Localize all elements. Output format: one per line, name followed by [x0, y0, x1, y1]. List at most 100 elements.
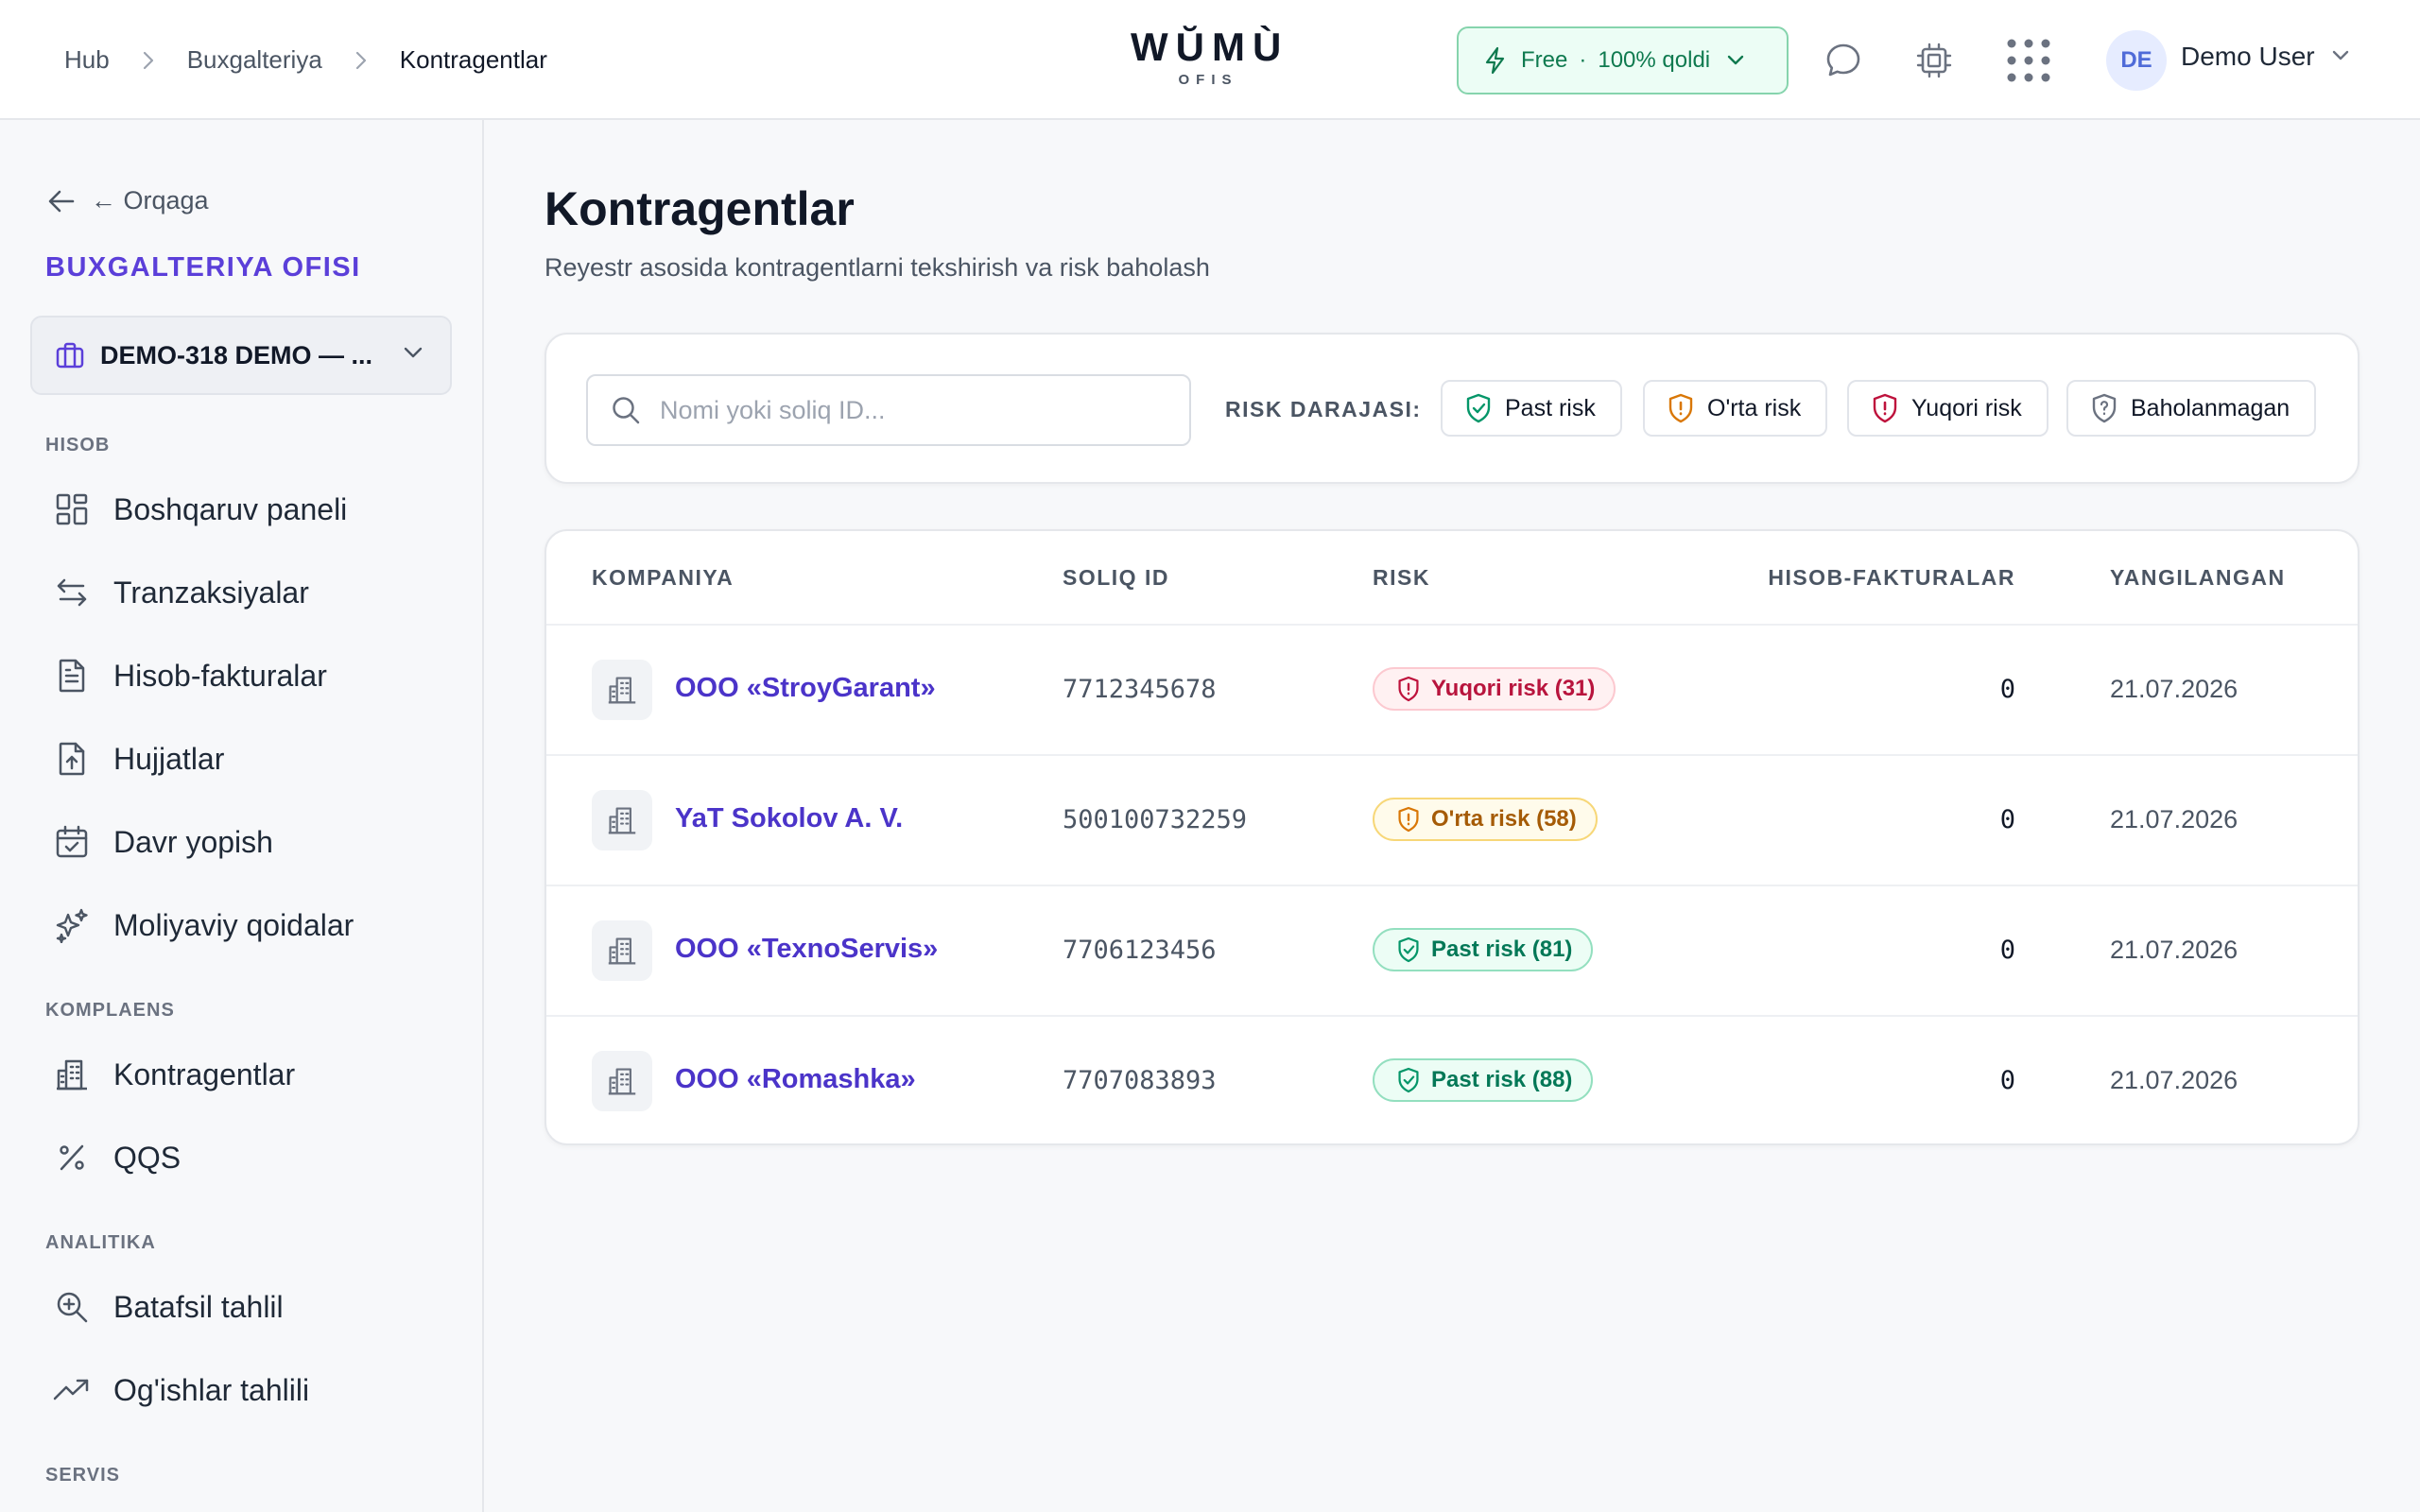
back-link[interactable]: ← Orqaga: [47, 186, 209, 215]
chip-label: Past risk: [1505, 394, 1596, 421]
sidebar-item-detailed-analysis[interactable]: Batafsil tahlil: [53, 1279, 284, 1335]
section-label-komplaens: KOMPLAENS: [45, 1000, 175, 1021]
building-icon: [592, 1051, 652, 1111]
company-name-link[interactable]: ООО «TexnoServis»: [675, 934, 938, 965]
tax-id: 500100732259: [1063, 805, 1248, 834]
sidebar-item-label: Og'ishlar tahlili: [113, 1372, 310, 1407]
filter-panel: RISK DARAJASI: Past risk O'rta risk Yuqo…: [544, 333, 2360, 484]
column-header-updated[interactable]: YANGILANGAN: [2110, 565, 2286, 591]
updated-date: 21.07.2026: [2110, 805, 2238, 833]
sidebar-item-counterparties[interactable]: Kontragentlar: [53, 1046, 295, 1103]
company-name-link[interactable]: YaT Sokolov A. V.: [675, 803, 903, 834]
building-icon: [592, 660, 652, 720]
breadcrumb-buxgalteriya[interactable]: Buxgalteriya: [187, 45, 322, 75]
logo-word: WŬMÙ: [1131, 25, 1289, 69]
shield-alert-icon: [1397, 676, 1431, 702]
sidebar-item-label: Boshqaruv paneli: [113, 491, 348, 526]
sidebar-item-period-close[interactable]: Davr yopish: [53, 814, 273, 870]
app-logo[interactable]: WŬMÙ OFIS: [1131, 25, 1286, 91]
risk-badge: O'rta risk (58): [1373, 798, 1598, 841]
calendar-check-icon: [53, 823, 91, 861]
plan-name: Free: [1521, 47, 1568, 73]
user-name[interactable]: Demo User: [2181, 42, 2315, 72]
sidebar-item-vat[interactable]: QQS: [53, 1129, 181, 1186]
shield-alert-icon: [1872, 393, 1911, 423]
building-icon: [53, 1056, 91, 1093]
sidebar-item-label: Hisob-fakturalar: [113, 658, 327, 693]
organization-select[interactable]: DEMO-318 DEMO — ...: [30, 316, 452, 395]
avatar[interactable]: DE: [2106, 30, 2167, 91]
table-row[interactable]: YaT Sokolov A. V. 500100732259 O'rta ris…: [546, 756, 2358, 886]
sidebar-item-documents[interactable]: Hujjatlar: [53, 730, 224, 787]
sidebar-item-financial-rules[interactable]: Moliyaviy qoidalar: [53, 897, 354, 954]
table-row[interactable]: ООО «StroyGarant» 7712345678 Yuqori risk…: [546, 626, 2358, 756]
sidebar-item-label: Kontragentlar: [113, 1057, 296, 1091]
company-name-link[interactable]: ООО «StroyGarant»: [675, 673, 936, 704]
search-box[interactable]: [586, 374, 1191, 446]
sidebar-item-transactions[interactable]: Tranzaksiyalar: [53, 564, 309, 621]
chevron-down-icon: [403, 346, 424, 359]
sidebar-item-deviation-analysis[interactable]: Og'ishlar tahlili: [53, 1362, 309, 1418]
sidebar-item-dashboard[interactable]: Boshqaruv paneli: [53, 481, 347, 538]
column-header-company[interactable]: KOMPANIYA: [592, 565, 734, 591]
shield-check-icon: [1397, 936, 1431, 963]
risk-badge: Past risk (88): [1373, 1058, 1594, 1102]
sidebar: ← Orqaga BUXGALTERIYA OFISI DEMO-318 DEM…: [0, 120, 484, 1512]
office-title: BUXGALTERIYA OFISI: [45, 252, 361, 283]
top-header: Hub Buxgalteriya Kontragentlar WŬMÙ OFIS…: [0, 0, 2420, 120]
shield-check-icon: [1465, 393, 1505, 423]
column-header-risk[interactable]: RISK: [1373, 565, 1430, 591]
sparkles-icon: [53, 906, 91, 944]
filter-chip-high-risk[interactable]: Yuqori risk: [1847, 380, 2048, 437]
breadcrumb-current: Kontragentlar: [399, 45, 547, 74]
column-header-invoices[interactable]: HISOB-FAKTURALAR: [1768, 565, 2015, 591]
sidebar-item-invoices[interactable]: Hisob-fakturalar: [53, 647, 327, 704]
plan-remaining: 100% qoldi: [1598, 47, 1711, 73]
filter-chip-not-assessed[interactable]: Baholanmagan: [2066, 380, 2317, 437]
search-input[interactable]: [660, 395, 1170, 425]
sidebar-item-label: Moliyaviy qoidalar: [113, 907, 354, 942]
filter-chip-low-risk[interactable]: Past risk: [1441, 380, 1622, 437]
arrow-left-icon: [47, 189, 91, 214]
invoice-count: 0: [1999, 805, 2015, 834]
tax-id: 7707083893: [1063, 1066, 1217, 1095]
tax-id: 7706123456: [1063, 936, 1217, 965]
risk-badge-label: Past risk (81): [1431, 936, 1573, 962]
section-label-hisob: HISOB: [45, 435, 111, 455]
risk-badge: Yuqori risk (31): [1373, 667, 1616, 711]
section-label-analitika: ANALITIKA: [45, 1232, 156, 1253]
cpu-icon[interactable]: [1910, 36, 1959, 85]
plan-status-button[interactable]: Free · 100% qoldi: [1457, 26, 1789, 94]
chevron-down-icon: [1727, 55, 1744, 66]
lightning-icon: [1483, 46, 1508, 75]
table-row[interactable]: ООО «Romashka» 7707083893 Past risk (88)…: [546, 1017, 2358, 1143]
risk-badge-label: Yuqori risk (31): [1431, 676, 1596, 701]
risk-badge-label: Past risk (88): [1431, 1067, 1573, 1092]
page-subtitle: Reyestr asosida kontragentlarni tekshiri…: [544, 253, 1210, 282]
company-name-link[interactable]: ООО «Romashka»: [675, 1064, 916, 1095]
apps-grid-icon[interactable]: [2004, 36, 2053, 85]
sidebar-item-label: Davr yopish: [113, 824, 273, 859]
building-icon: [592, 790, 652, 850]
table-row[interactable]: ООО «TexnoServis» 7706123456 Past risk (…: [546, 886, 2358, 1017]
chat-icon[interactable]: [1819, 36, 1868, 85]
filter-chip-medium-risk[interactable]: O'rta risk: [1643, 380, 1828, 437]
breadcrumb: Hub Buxgalteriya Kontragentlar: [64, 0, 547, 120]
counterparties-table: KOMPANIYA SOLIQ ID RISK HISOB-FAKTURALAR…: [544, 529, 2360, 1145]
invoice-count: 0: [1999, 936, 2015, 965]
shield-alert-icon: [1397, 806, 1431, 833]
chip-label: O'rta risk: [1707, 394, 1802, 421]
shield-question-icon: [2091, 393, 2131, 423]
percent-icon: [53, 1139, 91, 1177]
breadcrumb-hub[interactable]: Hub: [64, 45, 110, 75]
chip-label: Yuqori risk: [1911, 394, 2022, 421]
arrows-swap-icon: [53, 574, 91, 611]
column-header-tax-id[interactable]: SOLIQ ID: [1063, 565, 1169, 591]
chevron-right-icon: [142, 50, 155, 71]
trending-up-icon: [53, 1371, 91, 1409]
invoice-count: 0: [1999, 675, 2015, 704]
search-icon: [611, 395, 641, 425]
updated-date: 21.07.2026: [2110, 1066, 2238, 1094]
chevron-down-icon[interactable]: [2331, 49, 2350, 62]
sidebar-item-label: QQS: [113, 1140, 182, 1175]
